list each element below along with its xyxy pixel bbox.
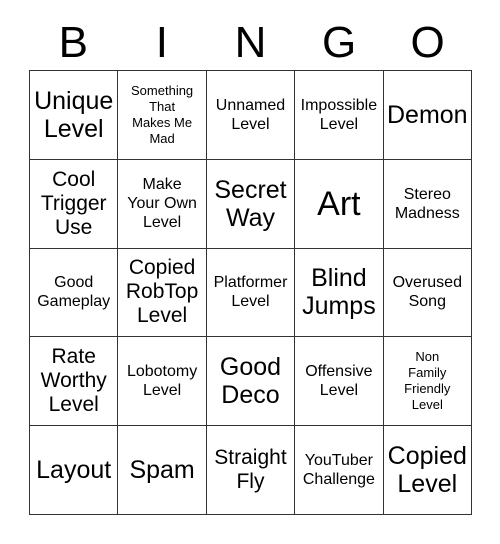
bingo-cell-label: Offensive Level [305, 363, 373, 400]
bingo-cell-label: Layout [36, 456, 112, 485]
bingo-cell-label: Copied RobTop Level [125, 256, 199, 328]
bingo-cell-label: Overused Song [392, 274, 462, 311]
bingo-cell[interactable]: Good Gameplay [30, 248, 119, 338]
bingo-cell[interactable]: Overused Song [383, 248, 472, 338]
bingo-header-letter-i: I [155, 18, 168, 67]
bingo-cell[interactable]: Something That Makes Me Mad [118, 71, 207, 160]
bingo-cell[interactable]: Copied RobTop Level [118, 248, 207, 338]
bingo-cell-label: Impossible Level [300, 96, 378, 133]
bingo-cell-label: Good Gameplay [37, 274, 111, 311]
bingo-cell-label: Unnamed Level [215, 96, 286, 133]
bingo-grid: Unique Level Something That Makes Me Mad U… [29, 70, 472, 515]
bingo-header-letter-g: G [321, 18, 357, 67]
bingo-cell-label: Secret Way [214, 175, 287, 232]
bingo-cell[interactable]: Straight Fly [206, 426, 296, 515]
bingo-cell-label: Cool Trigger Use [40, 167, 107, 239]
bingo-cell-label: Good Deco [219, 353, 282, 410]
bingo-cell-label: Art [317, 184, 361, 223]
bingo-cell-label: Blind Jumps [302, 264, 376, 321]
bingo-cell[interactable]: Impossible Level [295, 71, 384, 160]
bingo-cell-label: Stereo Madness [394, 185, 460, 222]
bingo-cell[interactable]: Art [295, 159, 384, 249]
bingo-cell-label: Non Family Friendly Level [404, 349, 451, 413]
bingo-cell-label: YouTuber Challenge [302, 452, 375, 489]
bingo-cell[interactable]: Good Deco [206, 337, 296, 427]
bingo-header-letter-n: N [234, 18, 267, 67]
bingo-cell-label: Demon [387, 100, 468, 129]
bingo-cell[interactable]: Blind Jumps [295, 248, 384, 338]
bingo-cell[interactable]: Spam [118, 426, 207, 515]
bingo-header-row: B I N G O [29, 16, 472, 70]
bingo-cell[interactable]: Demon [383, 71, 472, 160]
bingo-cell-label: Unique Level [34, 86, 114, 143]
bingo-header-letter-o: O [410, 18, 445, 67]
bingo-cell[interactable]: Unnamed Level [206, 71, 296, 160]
bingo-header-letter-b: B [58, 18, 88, 67]
bingo-cell[interactable]: Secret Way [206, 159, 296, 249]
bingo-cell-label: Lobotomy Level [126, 363, 198, 400]
bingo-cell-label: Straight Fly [214, 446, 287, 494]
bingo-cell[interactable]: Lobotomy Level [118, 337, 207, 427]
bingo-cell[interactable]: Copied Level [383, 426, 472, 515]
bingo-cell[interactable]: YouTuber Challenge [295, 426, 384, 515]
bingo-cell[interactable]: Make Your Own Level [118, 159, 207, 249]
bingo-cell[interactable]: Offensive Level [295, 337, 384, 427]
bingo-cell-label: Make Your Own Level [127, 176, 197, 232]
bingo-cell[interactable]: Non Family Friendly Level [383, 337, 472, 427]
bingo-cell[interactable]: Unique Level [30, 71, 119, 160]
bingo-cell-label: Copied Level [387, 442, 467, 499]
bingo-cell[interactable]: Cool Trigger Use [30, 159, 119, 249]
bingo-cell[interactable]: Platformer Level [206, 248, 296, 338]
bingo-cell[interactable]: Rate Worthy Level [30, 337, 119, 427]
bingo-cell[interactable]: Stereo Madness [383, 159, 472, 249]
bingo-cell[interactable]: Layout [30, 426, 119, 515]
bingo-cell-label: Spam [129, 456, 195, 485]
bingo-card: B I N G O Unique Level Something That Mak… [0, 0, 500, 544]
bingo-cell-label: Platformer Level [213, 274, 288, 311]
bingo-cell-label: Rate Worthy Level [40, 345, 107, 417]
bingo-cell-label: Something That Makes Me Mad [131, 82, 194, 146]
